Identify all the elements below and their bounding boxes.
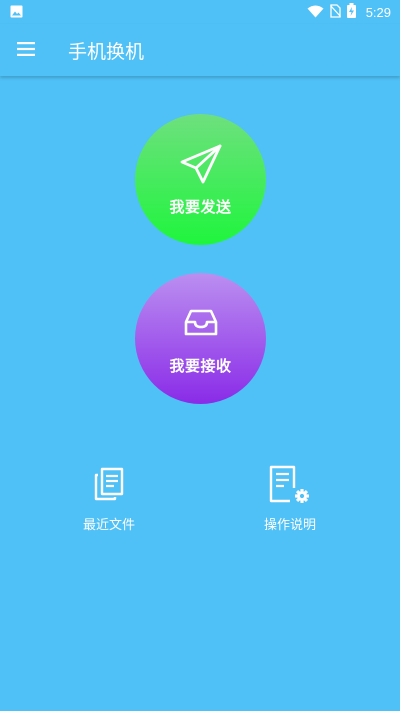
status-left [10,3,23,22]
instructions-label: 操作说明 [263,518,316,533]
send-label: 我要发送 [169,198,232,216]
document-settings-icon [268,462,312,506]
image-notification-icon [10,3,23,22]
menu-button[interactable] [0,24,52,76]
receive-label: 我要接收 [169,357,232,375]
recent-files-label: 最近文件 [82,518,135,533]
status-bar: 5:29 [0,0,400,24]
page-title: 手机换机 [68,40,145,63]
status-time: 5:29 [365,4,391,20]
status-right: 5:29 [307,2,391,22]
recent-files-button[interactable]: 最近文件 [49,462,169,533]
battery-charging-icon [346,2,356,22]
app-screen: 5:29 手机换机 我要发送 我要接收 最近文件 操作说明 [0,0,400,711]
receive-button[interactable]: 我要接收 [135,273,266,404]
send-button[interactable]: 我要发送 [135,114,266,245]
inbox-tray-icon [183,301,219,345]
wifi-icon [307,3,324,22]
no-sim-icon [329,3,341,22]
paper-plane-icon [179,142,223,186]
app-toolbar: 手机换机 [0,24,400,76]
hamburger-menu-icon [17,41,35,60]
instructions-button[interactable]: 操作说明 [230,462,350,533]
documents-copy-icon [93,462,125,506]
